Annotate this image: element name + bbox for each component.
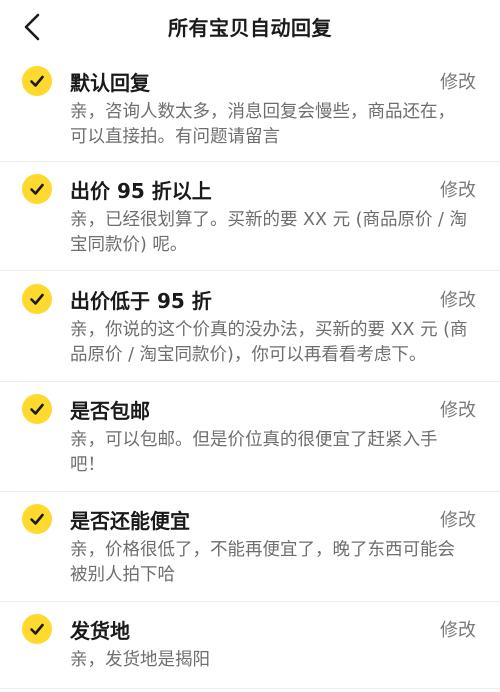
- reply-item-ship-from[interactable]: 发货地 修改 亲，发货地是揭阳: [0, 602, 500, 689]
- check-circle-icon[interactable]: [22, 66, 52, 96]
- reply-item-text: 亲，咨询人数太多，消息回复会慢些，商品还在，可以直接拍。有问题请留言: [70, 102, 455, 147]
- reply-item-text: 亲，你说的这个价真的没办法，买新的要 XX 元 (商品原价 / 淘宝同款价)，你…: [70, 320, 468, 365]
- edit-button[interactable]: 修改: [440, 68, 476, 94]
- reply-item-under-95[interactable]: 出价低于 95 折 修改 亲，你说的这个价真的没办法，买新的要 XX 元 (商品…: [0, 271, 500, 382]
- check-circle-icon[interactable]: [22, 614, 52, 644]
- reply-item-title: 出价 95 折以上: [70, 179, 212, 203]
- edit-button[interactable]: 修改: [440, 176, 476, 202]
- reply-item-title: 出价低于 95 折: [70, 289, 212, 313]
- edit-button[interactable]: 修改: [440, 286, 476, 312]
- edit-button[interactable]: 修改: [440, 506, 476, 532]
- reply-item-default[interactable]: 默认回复 修改 亲，咨询人数太多，消息回复会慢些，商品还在，可以直接拍。有问题请…: [0, 54, 500, 162]
- page-title: 所有宝贝自动回复: [168, 16, 332, 40]
- reply-item-title: 发货地: [70, 619, 130, 643]
- reply-item-over-95[interactable]: 出价 95 折以上 修改 亲，已经很划算了。买新的要 XX 元 (商品原价 / …: [0, 162, 500, 271]
- reply-item-free-shipping[interactable]: 是否包邮 修改 亲，可以包邮。但是价位真的很便宜了赶紧入手吧！: [0, 382, 500, 492]
- reply-item-text: 亲，可以包邮。但是价位真的很便宜了赶紧入手吧！: [70, 430, 438, 475]
- edit-button[interactable]: 修改: [440, 396, 476, 422]
- auto-reply-list: 默认回复 修改 亲，咨询人数太多，消息回复会慢些，商品还在，可以直接拍。有问题请…: [0, 54, 500, 689]
- reply-item-cheaper[interactable]: 是否还能便宜 修改 亲，价格很低了，不能再便宜了，晚了东西可能会被别人拍下哈: [0, 492, 500, 602]
- check-circle-icon[interactable]: [22, 284, 52, 314]
- check-circle-icon[interactable]: [22, 174, 52, 204]
- reply-item-title: 是否包邮: [70, 399, 150, 423]
- check-circle-icon[interactable]: [22, 394, 52, 424]
- reply-item-text: 亲，价格很低了，不能再便宜了，晚了东西可能会被别人拍下哈: [70, 540, 455, 585]
- edit-button[interactable]: 修改: [440, 616, 476, 642]
- check-circle-icon[interactable]: [22, 504, 52, 534]
- reply-item-text: 亲，已经很划算了。买新的要 XX 元 (商品原价 / 淘宝同款价) 呢。: [70, 210, 468, 255]
- reply-item-title: 默认回复: [70, 71, 150, 95]
- reply-item-text: 亲，发货地是揭阳: [70, 650, 210, 670]
- navigation-bar: 所有宝贝自动回复: [0, 0, 500, 54]
- reply-item-title: 是否还能便宜: [70, 509, 190, 533]
